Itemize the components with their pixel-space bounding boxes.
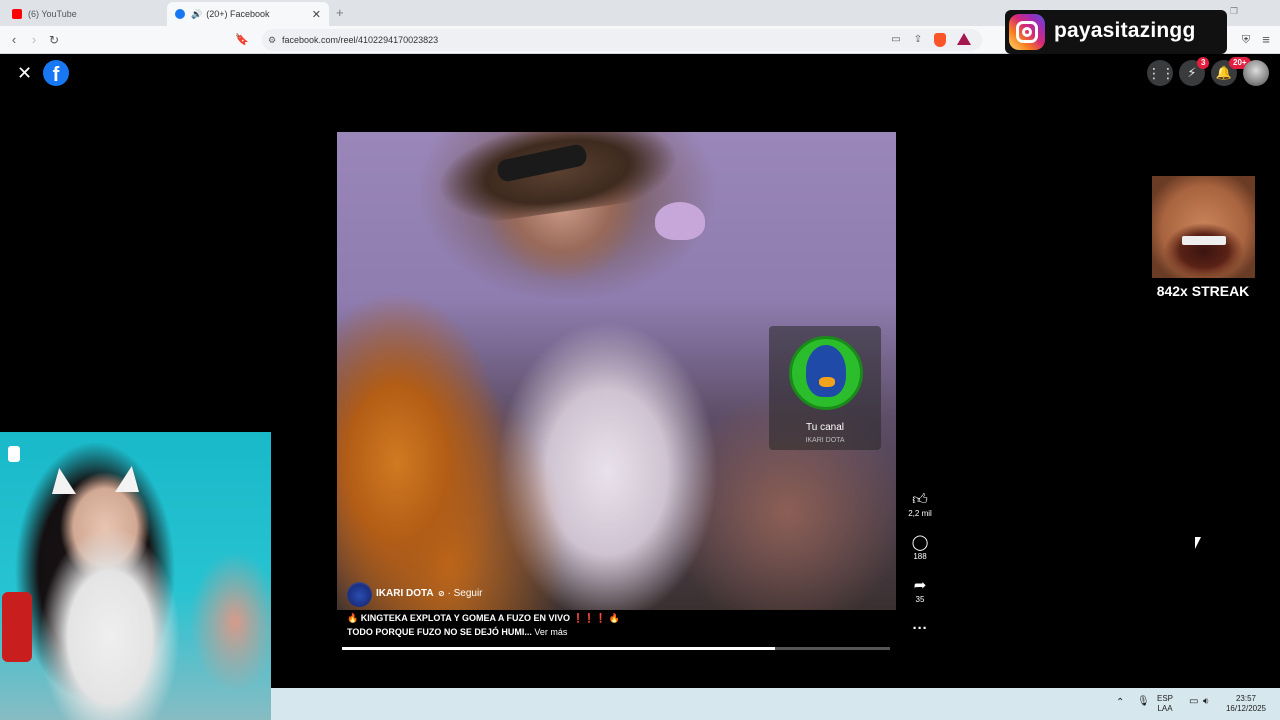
light-switch-shape: [8, 446, 20, 462]
instagram-overlay: payasitazingg: [1005, 10, 1227, 54]
instagram-icon: [1009, 14, 1045, 50]
address-bar[interactable]: ⚙ facebook.com/reel/4102294170023823: [262, 29, 982, 51]
thumbs-up-icon: 👍︎: [912, 491, 928, 508]
author-name[interactable]: IKARI DOTA: [376, 588, 433, 599]
back-button[interactable]: ‹: [6, 26, 22, 54]
like-count: 2,2 mil: [908, 509, 932, 518]
mouse-cursor-icon: [1195, 537, 1201, 549]
more-options-button[interactable]: ···: [903, 620, 937, 638]
cat-ear-right-shape: [115, 466, 139, 492]
maximize-button[interactable]: ❐: [1230, 6, 1238, 17]
hat-shape: [431, 132, 683, 229]
verified-icon: ⊘: [438, 589, 445, 598]
instagram-handle: payasitazingg: [1054, 19, 1196, 42]
share-count: 35: [915, 595, 925, 604]
close-icon[interactable]: ✕: [312, 8, 321, 21]
facebook-icon: [175, 9, 185, 19]
menu-icon[interactable]: ≡: [1258, 26, 1274, 54]
language-top: ESP: [1157, 694, 1174, 703]
video-progress-track[interactable]: [342, 647, 890, 650]
url-text: facebook.com/reel/4102294170023823: [282, 35, 439, 45]
clock-date: 16/12/2025: [1225, 704, 1267, 713]
channel-card-subtitle: IKARI DOTA: [805, 437, 845, 444]
language-indicator[interactable]: ESP LAA: [1157, 694, 1173, 714]
author-avatar[interactable]: [347, 582, 372, 607]
close-reel-button[interactable]: ✕: [17, 63, 32, 84]
brave-shield-icon[interactable]: [934, 33, 946, 47]
teeth-shape: [1182, 236, 1226, 245]
tab-label: (6) YouTube: [28, 9, 77, 19]
speaker-icon: 🔊: [191, 8, 203, 19]
comment-button[interactable]: ◯ 188: [903, 534, 937, 562]
video-progress-fill: [342, 647, 775, 650]
like-button[interactable]: 👍︎ 2,2 mil: [903, 491, 937, 519]
caption-line-1: 🔥 KINGTEKA EXPLOTA Y GOMEA A FUZO EN VIV…: [347, 613, 620, 623]
windows-taskbar: ⌃ 🎙︎ ESP LAA ▭ 🔉︎ 23:57 16/12/2025: [271, 688, 1280, 720]
volume-icon[interactable]: 🔉︎: [1203, 697, 1209, 707]
author-row: IKARI DOTA ⊘ · Seguir: [376, 588, 483, 599]
share-icon[interactable]: ⇪: [910, 26, 926, 54]
cat-ear-left-shape: [52, 468, 76, 494]
caption-line-2: TODO PORQUE FUZO NO SE DEJÓ HUMI...: [347, 627, 532, 637]
youtube-icon: [12, 9, 22, 19]
facebook-logo-icon[interactable]: f: [43, 60, 69, 86]
forward-button[interactable]: ›: [26, 26, 42, 54]
tab-facebook[interactable]: 🔊 (20+) Facebook ✕: [167, 2, 329, 26]
channel-avatar: [789, 336, 863, 410]
profile-avatar[interactable]: [1243, 60, 1269, 86]
webcam-overlay: [0, 432, 271, 720]
menu-grid-icon[interactable]: ⋮⋮: [1147, 60, 1175, 86]
share-arrow-icon: ➦: [913, 577, 927, 594]
tab-youtube[interactable]: (6) YouTube: [4, 2, 164, 26]
microphone-shape: [2, 592, 32, 662]
follow-button[interactable]: · Seguir: [447, 588, 482, 599]
share-button[interactable]: ➦ 35: [903, 577, 937, 605]
comment-icon: ◯: [911, 534, 929, 551]
vpn-shield-icon[interactable]: ⛨: [1238, 26, 1254, 54]
background-cap-shape: [655, 202, 705, 240]
channel-card[interactable]: Tu canal IKARI DOTA: [769, 326, 881, 450]
streak-image: [1152, 176, 1255, 278]
new-tab-button[interactable]: +: [336, 5, 344, 20]
mic-icon[interactable]: 🎙︎: [1137, 697, 1150, 707]
more-dots-icon: ···: [912, 620, 928, 637]
comment-count: 188: [913, 552, 927, 561]
messenger-badge: 3: [1197, 57, 1210, 69]
network-icon[interactable]: ▭: [1189, 697, 1198, 707]
reload-button[interactable]: ↻: [46, 26, 62, 54]
see-more-link[interactable]: Ver más: [534, 627, 567, 637]
clock-time: 23:57: [1235, 694, 1257, 703]
bookmark-icon[interactable]: 🔖: [234, 26, 250, 54]
caption-line-2-row: TODO PORQUE FUZO NO SE DEJÓ HUMI... Ver …: [347, 627, 567, 637]
cast-icon[interactable]: ▭: [888, 26, 904, 54]
language-bottom: LAA: [1157, 704, 1173, 713]
brave-rewards-icon[interactable]: [957, 33, 971, 45]
tab-label: (20+) Facebook: [206, 9, 270, 19]
tray-chevron-icon[interactable]: ⌃: [1116, 698, 1124, 708]
channel-card-title: Tu canal: [806, 422, 844, 433]
site-settings-icon[interactable]: ⚙: [268, 29, 276, 51]
streak-text: 842x STREAK: [1156, 283, 1250, 299]
clock[interactable]: 23:57 16/12/2025: [1221, 694, 1271, 714]
